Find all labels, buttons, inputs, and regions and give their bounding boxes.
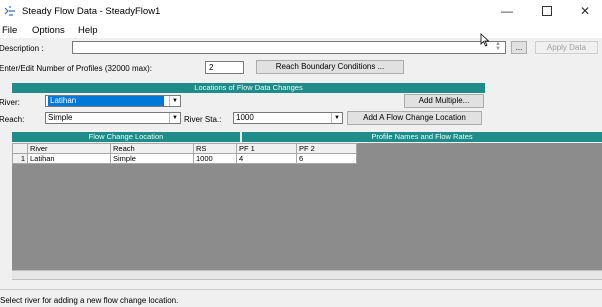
minimize-button[interactable]: — [488, 0, 526, 22]
reach-label: Reach: [0, 115, 25, 124]
chevron-down-icon: ▼ [169, 96, 180, 106]
app-icon [4, 6, 15, 16]
description-label: Description : [0, 44, 44, 53]
table-header: PF 2 [296, 143, 357, 154]
table-cell-rs[interactable]: 1000 [193, 153, 237, 164]
reach-select-value: Simple [48, 113, 73, 122]
table-row: 1 Latihan Simple 1000 4 6 [12, 153, 357, 164]
table-cell-river[interactable]: Latihan [27, 153, 111, 164]
river-select[interactable]: Latihan ▼ [45, 95, 181, 107]
table-header: River [27, 143, 111, 154]
river-sta-select-value: 1000 [236, 113, 254, 122]
close-button[interactable]: ✕ [566, 0, 602, 22]
river-sta-select[interactable]: 1000 ▼ [233, 112, 343, 124]
description-spinner[interactable]: ▲ ▼ [495, 41, 503, 53]
profiles-count-input[interactable]: 2 [205, 61, 244, 74]
menu-options[interactable]: Options [32, 25, 65, 36]
maximize-button[interactable] [528, 0, 566, 22]
close-icon: ✕ [579, 4, 591, 18]
horizontal-scrollbar[interactable] [12, 270, 602, 280]
table-header-row: River Reach RS PF 1 PF 2 [12, 143, 357, 154]
chevron-down-icon: ▼ [169, 113, 180, 123]
flow-change-location-banner: Flow Change Location [12, 132, 240, 142]
add-multiple-button[interactable]: Add Multiple... [404, 94, 484, 108]
status-text: Select river for adding a new flow chang… [0, 296, 179, 305]
flow-data-table: River Reach RS PF 1 PF 2 1 Latihan Simpl… [12, 143, 357, 164]
table-header: Reach [110, 143, 194, 154]
table-cell-pf1[interactable]: 4 [236, 153, 297, 164]
minimize-icon: — [501, 4, 513, 18]
table-cell-reach[interactable]: Simple [110, 153, 194, 164]
menu-file[interactable]: File [2, 25, 17, 36]
locations-banner: Locations of Flow Data Changes [12, 83, 485, 93]
river-select-value: Latihan [48, 96, 164, 106]
reach-select[interactable]: Simple ▼ [45, 112, 181, 124]
cursor-icon [480, 33, 490, 47]
add-flow-change-location-button[interactable]: Add A Flow Change Location [347, 111, 482, 125]
table-header: RS [193, 143, 237, 154]
description-ellipsis-button[interactable]: ... [511, 41, 527, 54]
row-number: 1 [12, 153, 28, 164]
apply-data-button[interactable]: Apply Data [535, 41, 598, 54]
reach-boundary-conditions-button[interactable]: Reach Boundary Conditions ... [256, 60, 404, 74]
menu-help[interactable]: Help [78, 25, 98, 36]
table-header [12, 143, 28, 154]
maximize-icon [542, 6, 552, 16]
profiles-label: Enter/Edit Number of Profiles (32000 max… [0, 64, 152, 73]
profile-names-banner: Profile Names and Flow Rates [242, 132, 602, 142]
river-label: River: [0, 98, 20, 107]
window-title: Steady Flow Data - SteadyFlow1 [22, 6, 161, 17]
river-sta-label: River Sta.: [184, 115, 222, 124]
table-header: PF 1 [236, 143, 297, 154]
description-input[interactable] [72, 41, 506, 54]
table-cell-pf2[interactable]: 6 [296, 153, 357, 164]
chevron-down-icon: ▼ [331, 113, 342, 123]
